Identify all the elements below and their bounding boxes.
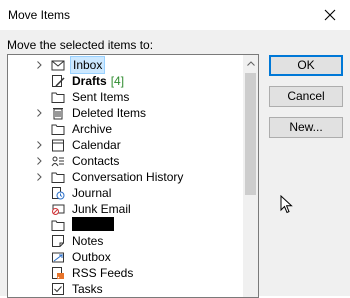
folder-item[interactable]: Outbox xyxy=(8,249,244,265)
folder-label: Contacts xyxy=(72,154,120,168)
folder-item[interactable] xyxy=(8,217,244,233)
folder-icon xyxy=(51,170,65,184)
mouse-pointer-icon xyxy=(280,195,293,214)
folder-label: Outbox xyxy=(72,250,111,264)
tasks-icon xyxy=(51,282,65,296)
new-folder-button[interactable]: New... xyxy=(269,117,343,138)
folder-item[interactable]: Sent Items xyxy=(8,89,244,105)
prompt-label: Move the selected items to: xyxy=(7,38,154,52)
journal-icon xyxy=(51,186,65,200)
folder-label: Sent Items xyxy=(72,90,130,104)
folder-label: Drafts [4] xyxy=(72,74,125,88)
folder-label: Conversation History xyxy=(72,170,184,184)
folder-item[interactable]: Drafts [4] xyxy=(8,73,244,89)
folder-item[interactable]: Conversation History xyxy=(8,169,244,185)
expand-chevron-icon[interactable] xyxy=(34,169,44,185)
folder-item[interactable]: Archive xyxy=(8,121,244,137)
notes-icon xyxy=(51,234,65,248)
expand-chevron-icon[interactable] xyxy=(34,137,44,153)
folder-label: Calendar xyxy=(72,138,121,152)
redacted-block xyxy=(72,217,114,231)
inbox-icon xyxy=(51,58,65,72)
folder-item[interactable]: RSS Feeds xyxy=(8,265,244,281)
folder-item[interactable]: Contacts xyxy=(8,153,244,169)
folder-item[interactable]: Inbox xyxy=(8,56,244,74)
move-items-dialog: Move Items Move the selected items to: I… xyxy=(0,0,350,298)
folder-label: Tasks xyxy=(72,282,103,296)
folder-item[interactable]: Deleted Items xyxy=(8,105,244,121)
unread-count: [4] xyxy=(110,74,125,88)
folder-icon xyxy=(51,122,65,136)
outbox-icon xyxy=(51,250,65,264)
folder-label: Archive xyxy=(72,122,113,136)
folder-item[interactable]: Calendar xyxy=(8,137,244,153)
folder-list: Inbox Drafts [4] Sent Items Deleted Items Arc… xyxy=(8,56,244,297)
folder-item[interactable]: Journal xyxy=(8,185,244,201)
folder-label: Journal xyxy=(72,186,112,200)
folder-label: Deleted Items xyxy=(72,106,147,120)
ok-button[interactable]: OK xyxy=(269,55,343,76)
trash-icon xyxy=(51,106,65,120)
chevron-up-icon xyxy=(246,60,255,66)
folder-item[interactable]: Notes xyxy=(8,233,244,249)
title-bar: Move Items xyxy=(0,0,350,30)
scroll-up-button[interactable] xyxy=(243,55,258,71)
window-title: Move Items xyxy=(8,8,71,22)
calendar-icon xyxy=(51,138,65,152)
scrollbar-thumb[interactable] xyxy=(245,73,256,195)
folder-label xyxy=(70,217,116,233)
expand-chevron-icon[interactable] xyxy=(34,57,44,73)
folder-item[interactable]: Tasks xyxy=(8,281,244,297)
close-icon xyxy=(324,9,336,21)
junk-icon xyxy=(51,202,65,216)
rss-icon xyxy=(51,266,65,280)
folder-label: Junk Email xyxy=(72,202,131,216)
drafts-icon xyxy=(51,74,65,88)
folder-icon xyxy=(51,218,65,232)
folder-label: Notes xyxy=(72,234,104,248)
folder-label: Inbox xyxy=(70,56,106,74)
contacts-icon xyxy=(51,154,65,168)
folder-label: RSS Feeds xyxy=(72,266,134,280)
cancel-button[interactable]: Cancel xyxy=(269,86,343,107)
expand-chevron-icon[interactable] xyxy=(34,105,44,121)
expand-chevron-icon[interactable] xyxy=(34,153,44,169)
close-button[interactable] xyxy=(310,0,350,30)
folder-icon xyxy=(51,90,65,104)
vertical-scrollbar[interactable] xyxy=(243,55,258,297)
folder-tree[interactable]: Inbox Drafts [4] Sent Items Deleted Items Arc… xyxy=(7,54,259,298)
folder-item[interactable]: Junk Email xyxy=(8,201,244,217)
